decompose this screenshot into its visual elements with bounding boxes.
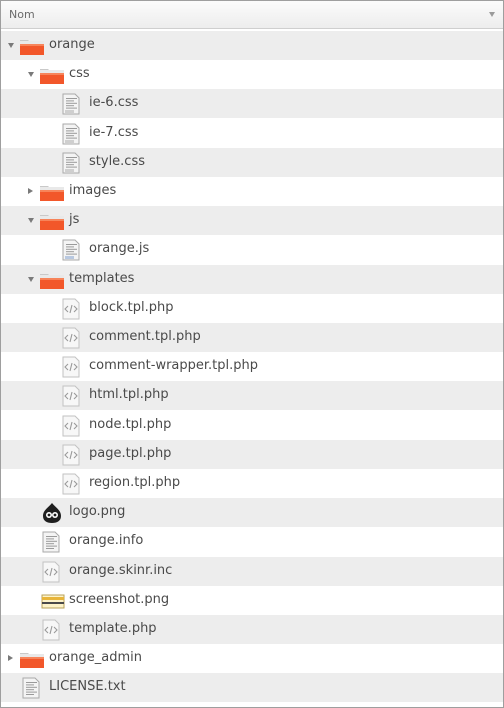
folder-icon <box>39 269 64 291</box>
tree-row[interactable]: node.tpl.php <box>1 410 503 440</box>
expander-closed-icon[interactable] <box>8 655 13 662</box>
tree-row[interactable]: ie-7.css <box>1 118 503 148</box>
code-file-icon <box>61 385 83 407</box>
tree-row[interactable]: page.tpl.php <box>1 439 503 469</box>
tree-row-label: html.tpl.php <box>89 387 169 403</box>
tree-row-label: node.tpl.php <box>89 416 172 432</box>
css-file-icon <box>61 152 83 174</box>
tree-row-label: style.css <box>89 153 145 169</box>
tree-row-label: orange.info <box>69 533 144 549</box>
tree-row-label: js <box>69 212 80 228</box>
tree-row[interactable]: ie-6.css <box>1 89 503 119</box>
tree-row-label: orange.js <box>89 241 150 257</box>
tree-row-label: comment-wrapper.tpl.php <box>89 358 259 374</box>
code-file-icon <box>61 356 83 378</box>
drupal-logo-icon <box>41 502 63 524</box>
column-header-label: Nom <box>9 8 35 21</box>
folder-icon <box>19 35 44 57</box>
tree-row[interactable]: js <box>1 206 503 236</box>
tree-row[interactable]: comment.tpl.php <box>1 323 503 352</box>
css-file-icon <box>61 123 83 145</box>
folder-icon <box>39 64 64 86</box>
tree-row[interactable]: orange_admin <box>1 644 503 674</box>
tree-row[interactable]: orange.skinr.inc <box>1 556 503 586</box>
image-file-icon <box>41 590 65 612</box>
text-file-icon <box>41 531 63 553</box>
tree-row-label: LICENSE.txt <box>49 679 126 695</box>
folder-icon <box>39 181 64 203</box>
tree-row-label: ie-6.css <box>89 95 139 111</box>
tree-row[interactable]: comment-wrapper.tpl.php <box>1 352 503 382</box>
file-tree-panel: Nom orange css ie-6.css ie-7.css style.css im… <box>0 0 504 708</box>
folder-icon <box>39 210 64 232</box>
expander-open-icon[interactable] <box>28 276 34 282</box>
tree-row-label: block.tpl.php <box>89 299 174 315</box>
tree-row-label: orange <box>49 37 95 52</box>
text-file-icon <box>21 677 43 699</box>
tree-row-label: ie-7.css <box>89 124 139 140</box>
code-file-icon <box>61 327 83 349</box>
tree-row[interactable]: orange <box>1 31 503 60</box>
expander-open-icon[interactable] <box>28 72 34 78</box>
tree-row[interactable]: region.tpl.php <box>1 469 503 498</box>
tree-row[interactable]: images <box>1 177 503 206</box>
tree-row-label: css <box>69 66 90 82</box>
tree-row[interactable]: LICENSE.txt <box>1 673 503 703</box>
folder-icon <box>19 648 44 670</box>
expander-closed-icon[interactable] <box>28 188 33 194</box>
tree-row-label: screenshot.png <box>69 591 170 607</box>
tree-row-label: orange.skinr.inc <box>69 562 173 578</box>
code-file-icon <box>41 561 63 583</box>
tree-row[interactable]: template.php <box>1 615 503 644</box>
tree-row-label: orange_admin <box>49 650 142 666</box>
tree-row[interactable]: html.tpl.php <box>1 381 503 411</box>
tree-row[interactable]: css <box>1 60 503 90</box>
code-file-icon <box>61 473 83 495</box>
tree-row[interactable]: screenshot.png <box>1 585 503 615</box>
tree-row-label: logo.png <box>69 504 126 520</box>
tree-row[interactable]: templates <box>1 264 503 294</box>
css-file-icon <box>61 93 83 115</box>
tree-row-label: templates <box>69 270 135 286</box>
tree-row[interactable]: logo.png <box>1 498 503 528</box>
code-file-icon <box>61 415 83 437</box>
tree-row-label: template.php <box>69 621 157 636</box>
tree-row[interactable]: orange.info <box>1 527 503 557</box>
code-file-icon <box>41 619 63 641</box>
tree-row-label: comment.tpl.php <box>89 329 201 344</box>
tree-row-label: region.tpl.php <box>89 475 181 490</box>
tree-row-label: page.tpl.php <box>89 445 172 461</box>
expander-open-icon[interactable] <box>28 218 34 224</box>
tree-row[interactable]: block.tpl.php <box>1 293 503 323</box>
tree-row-label: images <box>69 183 117 198</box>
tree-row[interactable]: orange.js <box>1 235 503 265</box>
sort-arrow-icon[interactable] <box>489 12 495 17</box>
code-file-icon <box>61 444 83 466</box>
expander-open-icon[interactable] <box>8 43 14 48</box>
code-file-icon <box>61 298 83 320</box>
js-file-icon <box>61 239 83 261</box>
column-header[interactable]: Nom <box>1 1 503 29</box>
tree-row[interactable]: style.css <box>1 147 503 177</box>
